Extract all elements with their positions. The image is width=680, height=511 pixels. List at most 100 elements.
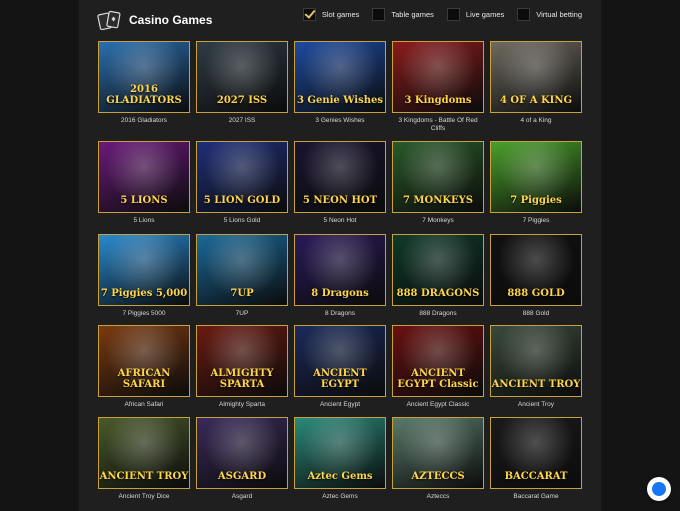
game-logo-art: 888 GOLD xyxy=(507,288,565,299)
game-thumbnail[interactable]: 5 NEON HOT xyxy=(294,141,386,213)
checkbox-table-games[interactable] xyxy=(372,7,386,21)
game-tile[interactable]: 7 Piggies 7 Piggies xyxy=(490,141,582,225)
game-name: Ancient Troy Dice xyxy=(118,493,170,500)
game-thumbnail[interactable]: 888 GOLD xyxy=(490,234,582,306)
game-logo-art: 2027 ISS xyxy=(216,95,268,106)
game-tile[interactable]: 5 NEON HOT 5 Neon Hot xyxy=(294,141,386,225)
game-tile[interactable]: AZTECCS Azteccs xyxy=(392,417,484,501)
game-thumbnail[interactable]: ANCIENT EGYPT Classic xyxy=(392,325,484,397)
filter-label: Table games xyxy=(391,9,434,19)
game-thumbnail[interactable]: ALMIGHTY SPARTA xyxy=(196,325,288,397)
game-thumbnail[interactable]: 8 Dragons xyxy=(294,234,386,306)
game-logo-art: AZTECCS xyxy=(411,471,465,482)
filter-live-games[interactable]: Live games xyxy=(446,7,505,21)
game-logo-art: 7 MONKEYS xyxy=(402,195,474,206)
filter-table-games[interactable]: Table games xyxy=(372,7,434,21)
filter-label: Live games xyxy=(465,9,505,19)
game-name: Ancient Egypt Classic xyxy=(406,401,470,408)
game-tile[interactable]: Aztec Gems Aztec Gems xyxy=(294,417,386,501)
game-thumbnail[interactable]: BACCARAT xyxy=(490,417,582,489)
game-name: 7 Piggies xyxy=(522,217,550,224)
game-thumbnail[interactable]: 7 Piggies xyxy=(490,141,582,213)
game-thumbnail[interactable]: 5 LION GOLD xyxy=(196,141,288,213)
casino-games-panel: Casino Games Slot games Table games Live… xyxy=(79,0,601,511)
game-logo-art: 3 Genie Wishes xyxy=(296,95,383,106)
game-tile[interactable]: 3 Kingdoms 3 Kingdoms - Battle Of Red Cli… xyxy=(392,41,484,133)
game-thumbnail[interactable]: 5 LIONS xyxy=(98,141,190,213)
game-thumbnail[interactable]: 7 Piggies 5,000 xyxy=(98,234,190,306)
game-thumbnail[interactable]: ANCIENT EGYPT xyxy=(294,325,386,397)
game-tile[interactable]: 2016 GLADIATORS 2016 Gladiators xyxy=(98,41,190,125)
messenger-chat-icon[interactable] xyxy=(647,477,671,501)
game-tile[interactable]: ANCIENT TROY Ancient Troy Dice xyxy=(98,417,190,501)
game-name: 8 Dragons xyxy=(325,310,355,317)
game-logo-art: ANCIENT EGYPT xyxy=(313,368,367,390)
game-tile[interactable]: ALMIGHTY SPARTA Almighty Sparta xyxy=(196,325,288,409)
game-thumbnail[interactable]: AFRICAN SAFARI xyxy=(98,325,190,397)
game-name: 3 Kingdoms - Battle Of Red Cliffs xyxy=(398,117,478,132)
game-logo-art: 8 Dragons xyxy=(311,288,369,299)
game-tile[interactable]: 888 GOLD 888 Gold xyxy=(490,234,582,318)
game-tile[interactable]: ANCIENT EGYPT Classic Ancient Egypt Class… xyxy=(392,325,484,409)
game-name: 5 Lions xyxy=(133,217,155,224)
game-thumbnail[interactable]: ASGARD xyxy=(196,417,288,489)
game-thumbnail[interactable]: ANCIENT TROY xyxy=(98,417,190,489)
game-name: 7 Monkeys xyxy=(422,217,454,224)
game-tile[interactable]: 888 DRAGONS 888 Dragons xyxy=(392,234,484,318)
game-tile[interactable]: 7 MONKEYS 7 Monkeys xyxy=(392,141,484,225)
game-name: 888 Dragons xyxy=(419,310,457,317)
game-tile[interactable]: 5 LIONS 5 Lions xyxy=(98,141,190,225)
game-logo-art: 2016 GLADIATORS xyxy=(106,84,182,106)
game-logo-art: ASGARD xyxy=(217,471,267,482)
game-thumbnail[interactable]: 7UP xyxy=(196,234,288,306)
game-logo-art: AFRICAN SAFARI xyxy=(117,368,171,390)
game-logo-art: ANCIENT TROY xyxy=(99,471,189,482)
game-logo-art: BACCARAT xyxy=(504,471,568,482)
game-tile[interactable]: 2027 ISS 2027 ISS xyxy=(196,41,288,125)
game-thumbnail[interactable]: 2027 ISS xyxy=(196,41,288,113)
game-name: Baccarat Game xyxy=(513,493,559,500)
game-tile[interactable]: AFRICAN SAFARI African Safari xyxy=(98,325,190,409)
game-thumbnail[interactable]: AZTECCS xyxy=(392,417,484,489)
playing-cards-icon xyxy=(97,10,121,30)
game-name: 7 Piggies 5000 xyxy=(122,310,166,317)
games-header: Casino Games Slot games Table games Live… xyxy=(79,0,601,38)
game-tile[interactable]: 3 Genie Wishes 3 Genies Wishes xyxy=(294,41,386,125)
game-name: 2016 Gladiators xyxy=(121,117,167,124)
game-tile[interactable]: 8 Dragons 8 Dragons xyxy=(294,234,386,318)
game-name: Aztec Gems xyxy=(322,493,358,500)
filter-label: Virtual betting xyxy=(536,9,582,19)
game-tile[interactable]: ASGARD Asgard xyxy=(196,417,288,501)
game-logo-art: ALMIGHTY SPARTA xyxy=(210,368,274,390)
game-name: Azteccs xyxy=(426,493,450,500)
game-name: African Safari xyxy=(124,401,164,408)
game-tile[interactable]: 5 LION GOLD 5 Lions Gold xyxy=(196,141,288,225)
game-tile[interactable]: ANCIENT TROY Ancient Troy xyxy=(490,325,582,409)
filter-label: Slot games xyxy=(321,9,360,19)
game-tile[interactable]: ANCIENT EGYPT Ancient Egypt xyxy=(294,325,386,409)
game-thumbnail[interactable]: 2016 GLADIATORS xyxy=(98,41,190,113)
game-thumbnail[interactable]: 888 DRAGONS xyxy=(392,234,484,306)
game-thumbnail[interactable]: 7 MONKEYS xyxy=(392,141,484,213)
game-thumbnail[interactable]: 4 OF A KING xyxy=(490,41,582,113)
game-thumbnail[interactable]: ANCIENT TROY xyxy=(490,325,582,397)
checkbox-slot-games[interactable] xyxy=(302,7,316,21)
game-name: 2027 ISS xyxy=(228,117,256,124)
game-thumbnail[interactable]: 3 Genie Wishes xyxy=(294,41,386,113)
game-tile[interactable]: BACCARAT Baccarat Game xyxy=(490,417,582,501)
game-tile[interactable]: 7 Piggies 5,000 7 Piggies 5000 xyxy=(98,234,190,318)
game-tile[interactable]: 7UP 7UP xyxy=(196,234,288,318)
checkbox-live-games[interactable] xyxy=(446,7,460,21)
checkbox-virtual-betting[interactable] xyxy=(517,7,531,21)
filter-virtual-betting[interactable]: Virtual betting xyxy=(517,7,582,21)
game-logo-art: ANCIENT EGYPT Classic xyxy=(397,368,479,390)
filter-slot-games[interactable]: Slot games xyxy=(302,7,360,21)
game-logo-art: Aztec Gems xyxy=(307,471,373,482)
game-name: Ancient Egypt xyxy=(319,401,361,408)
game-tile[interactable]: 4 OF A KING 4 of a King xyxy=(490,41,582,125)
game-thumbnail[interactable]: Aztec Gems xyxy=(294,417,386,489)
game-logo-art: 3 Kingdoms xyxy=(404,95,472,106)
game-logo-art: 7 Piggies xyxy=(510,195,562,206)
game-name: 888 Gold xyxy=(522,310,550,317)
game-thumbnail[interactable]: 3 Kingdoms xyxy=(392,41,484,113)
